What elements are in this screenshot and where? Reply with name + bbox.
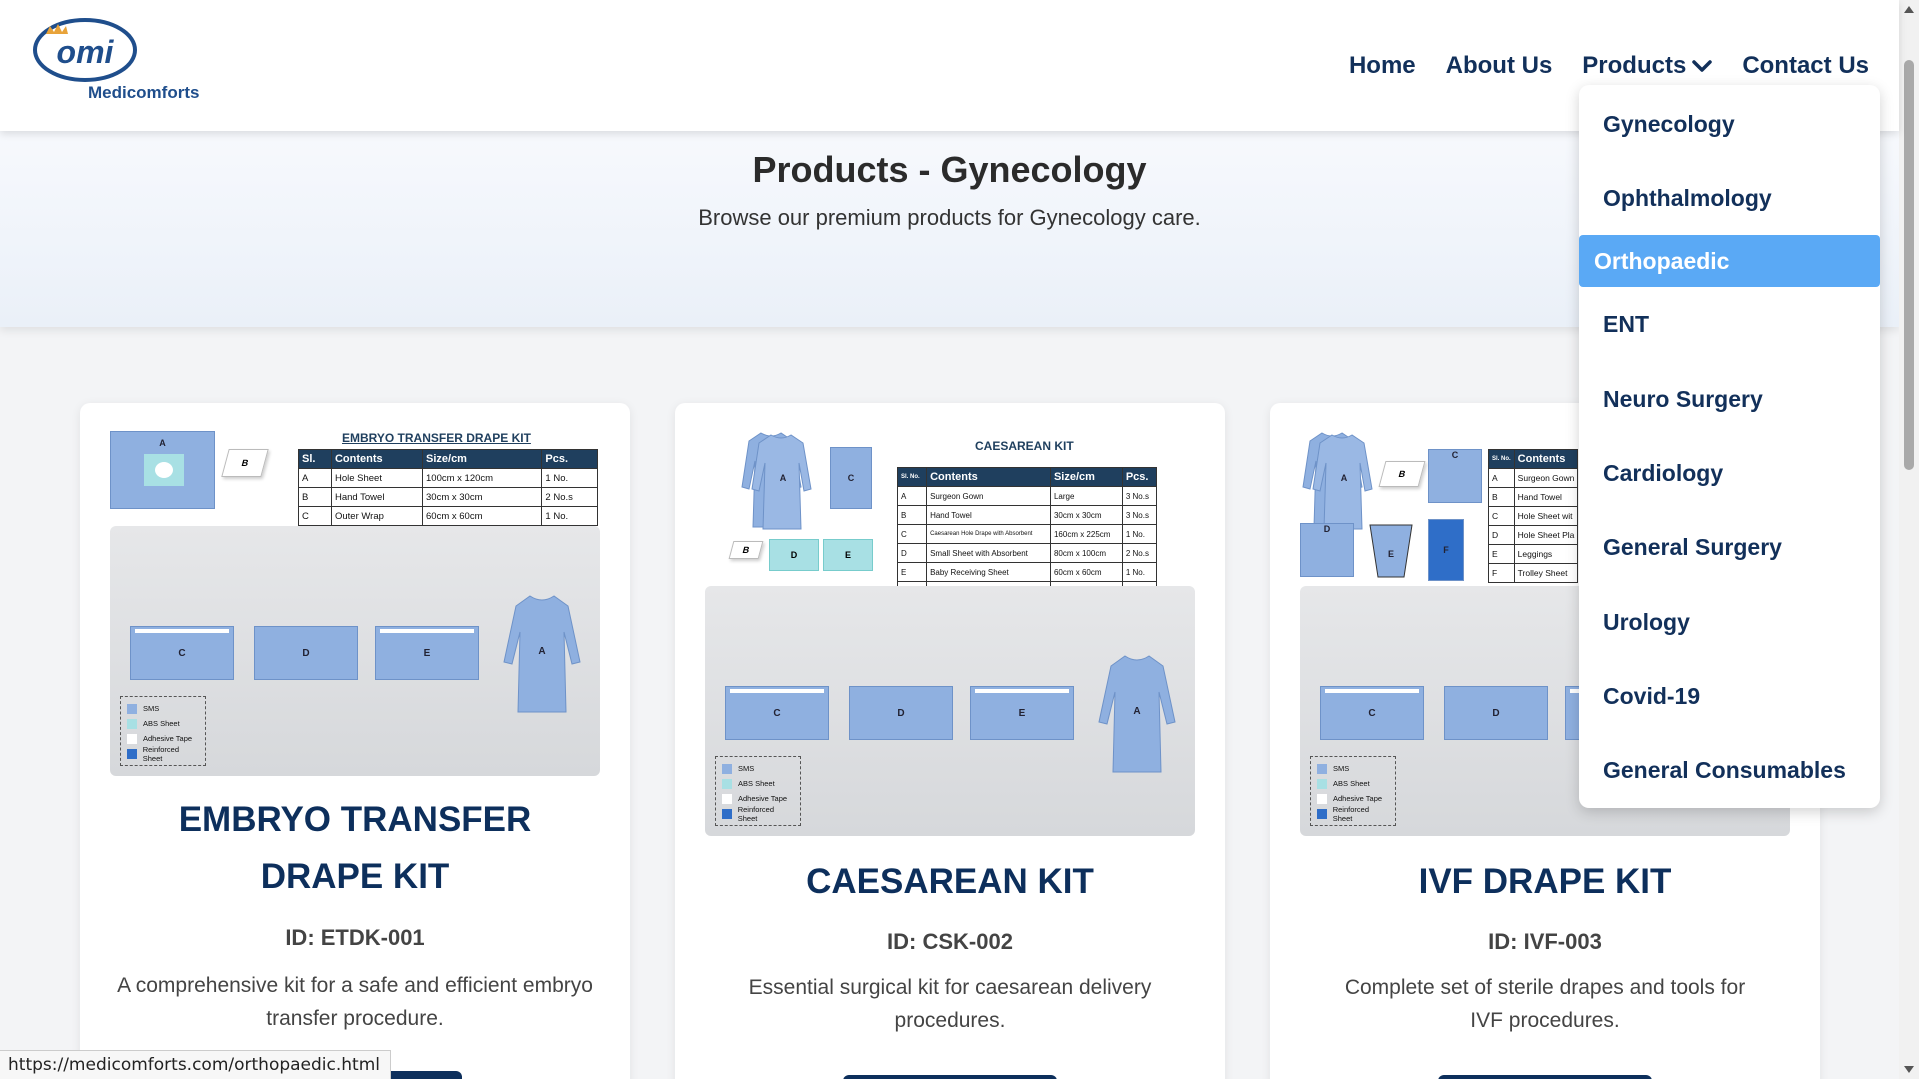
small-sheet-d: D xyxy=(769,539,819,571)
dropdown-item-cardiology[interactable]: Cardiology xyxy=(1579,447,1880,499)
dropdown-item-general-consumables[interactable]: General Consumables xyxy=(1579,744,1880,796)
gown-icon: A xyxy=(503,595,581,713)
dropdown-item-urology[interactable]: Urology xyxy=(1579,596,1880,648)
logo-emblem-icon: omi xyxy=(33,18,137,82)
kit-table-title: CAESAREAN KIT xyxy=(975,439,1074,453)
product-card-embryo[interactable]: A B EMBRYO TRANSFER DRAPE KIT Sl. Content… xyxy=(80,403,630,1079)
hand-towel-swatch: B xyxy=(221,449,269,477)
material-legend: SMS ABS Sheet Adhesive Tape Reinforced S… xyxy=(1310,756,1396,826)
view-details-button[interactable] xyxy=(1438,1075,1652,1079)
hole-sheet-swatch: A xyxy=(110,431,215,509)
kit-table-title: EMBRYO TRANSFER DRAPE KIT xyxy=(342,431,531,445)
gown-icon: A xyxy=(1098,655,1176,773)
nav-products[interactable]: Products xyxy=(1582,52,1713,80)
dropdown-item-ophthalmology[interactable]: Ophthalmology xyxy=(1579,172,1880,224)
material-legend: SMS ABS Sheet Adhesive Tape Reinforced S… xyxy=(120,696,206,766)
hole-drape-swatch: C xyxy=(830,447,872,509)
drape-e: E xyxy=(970,686,1074,740)
drape-c: C xyxy=(130,626,234,680)
svg-text:A: A xyxy=(538,646,545,657)
kit-contents-table: Sl. Contents Size/cm Pcs. A Hole Sheet 100cm … xyxy=(298,449,598,526)
products-dropdown-menu: Gynecology Ophthalmology Orthopaedic ENT… xyxy=(1579,85,1880,808)
nav-home[interactable]: Home xyxy=(1349,52,1416,80)
sheet-d: D xyxy=(1300,523,1354,577)
svg-text:omi: omi xyxy=(57,34,115,70)
kit-contents-table: Sl. No. Contents A Surgeon Gown B Hand Towe… xyxy=(1488,449,1579,583)
product-description: Complete set of sterile drapes and tools… xyxy=(1344,976,1746,1032)
product-title: EMBRYO TRANSFER DRAPE KIT xyxy=(178,800,532,896)
trolley-sheet-f: F xyxy=(1428,519,1464,581)
dropdown-item-covid-19[interactable]: Covid-19 xyxy=(1579,670,1880,722)
dropdown-item-gynecology[interactable]: Gynecology xyxy=(1579,98,1880,150)
dropdown-item-general-surgery[interactable]: General Surgery xyxy=(1579,521,1880,573)
leggings-icon: E xyxy=(1369,524,1413,578)
material-legend: SMS ABS Sheet Adhesive Tape Reinforced S… xyxy=(715,756,801,826)
kit-tray: C D E A SMS ABS Sheet Adhesive Tape Rein… xyxy=(110,526,600,776)
drape-c: C xyxy=(1320,686,1424,740)
chevron-down-icon xyxy=(1692,60,1713,72)
nav-about-label: About Us xyxy=(1445,52,1553,79)
dropdown-item-ent[interactable]: ENT xyxy=(1579,298,1880,350)
drape-d: D xyxy=(849,686,953,740)
drape-d: D xyxy=(254,626,358,680)
dropdown-item-neuro-surgery[interactable]: Neuro Surgery xyxy=(1579,373,1880,425)
product-description: A comprehensive kit for a safe and effic… xyxy=(117,974,593,1030)
nav-contact-label: Contact Us xyxy=(1742,52,1869,79)
product-description: Essential surgical kit for caesarean del… xyxy=(748,976,1152,1032)
gowns-icon: A xyxy=(1302,432,1373,530)
gowns-icon: A xyxy=(741,432,812,530)
product-image: A C B D E CAESAREAN KIT Sl. No. Contents S… xyxy=(705,431,1195,836)
product-title: IVF DRAPE KIT xyxy=(1418,862,1672,901)
kit-contents-table: Sl. No. Contents Size/cm Pcs. A Surgeon Gown… xyxy=(896,467,1158,601)
nav-home-label: Home xyxy=(1348,52,1416,79)
drape-d: D xyxy=(1444,686,1548,740)
product-card-caesarean[interactable]: A C B D E CAESAREAN KIT Sl. No. Contents S… xyxy=(675,403,1225,1079)
scroll-thumb[interactable] xyxy=(1904,60,1914,470)
product-id: ID: ETDK-001 xyxy=(285,925,425,950)
svg-text:E: E xyxy=(1388,549,1394,559)
hand-towel-swatch: B xyxy=(1378,461,1426,487)
product-id: ID: CSK-002 xyxy=(887,929,1013,954)
svg-text:A: A xyxy=(1341,473,1348,483)
scroll-down-icon[interactable] xyxy=(1904,1066,1914,1073)
kit-tray: C D E A SMS ABS Sheet Adhesive Tape Rein… xyxy=(705,586,1195,836)
hole-sheet-swatch: C xyxy=(1428,449,1482,503)
scroll-up-icon[interactable] xyxy=(1904,6,1914,13)
link-status-bar: https://medicomforts.com/orthopaedic.htm… xyxy=(0,1050,391,1079)
nav-products-label: Products xyxy=(1582,52,1687,79)
page-scrollbar[interactable] xyxy=(1899,0,1919,1079)
nav-about[interactable]: About Us xyxy=(1446,52,1553,80)
drape-c: C xyxy=(725,686,829,740)
product-id: ID: IVF-003 xyxy=(1488,929,1602,954)
svg-text:A: A xyxy=(780,473,787,483)
svg-text:A: A xyxy=(1133,706,1140,717)
dropdown-item-orthopaedic[interactable]: Orthopaedic xyxy=(1579,235,1880,287)
main-nav: Home About Us Products Contact Us xyxy=(1349,52,1869,80)
hand-towel-swatch: B xyxy=(728,541,764,559)
nav-contact[interactable]: Contact Us xyxy=(1742,52,1869,80)
drape-e: E xyxy=(375,626,479,680)
product-image: A B EMBRYO TRANSFER DRAPE KIT Sl. Content… xyxy=(110,431,600,776)
view-details-button[interactable] xyxy=(843,1075,1057,1079)
logo[interactable]: omi Medicomforts xyxy=(32,16,222,106)
brand-name: Medicomforts xyxy=(88,83,200,102)
small-sheet-e: E xyxy=(823,539,873,571)
product-title: CAESAREAN KIT xyxy=(806,862,1094,901)
